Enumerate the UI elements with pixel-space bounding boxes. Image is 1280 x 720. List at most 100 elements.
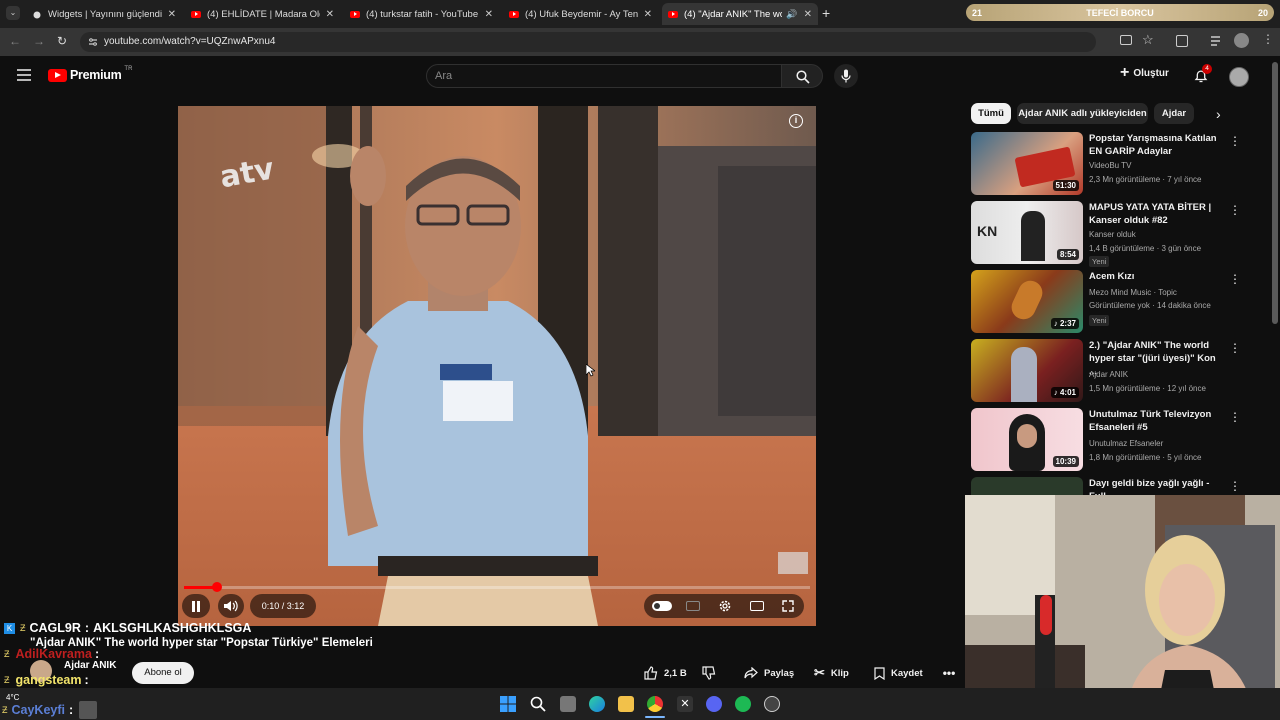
address-bar[interactable]: youtube.com/watch?v=UQZnwAPxnu4 <box>80 32 1096 52</box>
tab-ufuk[interactable]: (4) Ufuk Beydemir - Ay Tenli Ka ✕ <box>503 3 658 25</box>
x-app-icon[interactable]: ✕ <box>677 696 693 712</box>
chat-message: Ƶ gangsteam : <box>4 673 89 687</box>
volume-button[interactable] <box>218 594 244 618</box>
z-badge-icon: Ƶ <box>4 675 10 685</box>
close-icon[interactable]: ✕ <box>168 9 176 20</box>
subtitles-icon[interactable] <box>686 601 700 611</box>
duration-badge: 10:39 <box>1052 456 1079 467</box>
chrome-icon[interactable] <box>647 696 663 712</box>
theater-mode-icon[interactable] <box>750 601 764 611</box>
thumbs-down-icon <box>702 666 716 680</box>
reading-list-icon[interactable] <box>1210 35 1224 47</box>
new-tab-button[interactable]: + <box>822 5 830 21</box>
chip-ajdar[interactable]: Ajdar <box>1154 103 1194 124</box>
recommendation-channel: Unutulmaz Efsaneler <box>1089 439 1164 448</box>
chip-uploader[interactable]: Ajdar ANIK adlı yükleyiciden <box>1017 103 1148 124</box>
site-info-icon[interactable] <box>88 37 98 47</box>
close-icon[interactable]: ✕ <box>326 9 334 20</box>
close-icon[interactable]: ✕ <box>485 9 493 20</box>
more-options-icon[interactable]: ⋮ <box>1229 203 1241 217</box>
recommendation-meta: 1,4 B görüntüleme · 3 gün önce <box>1089 244 1202 253</box>
page-scrollbar-thumb[interactable] <box>1272 62 1278 324</box>
recommendation-channel: VideoBu TV <box>1089 161 1132 170</box>
cast-icon[interactable] <box>1120 35 1132 45</box>
subscribe-button[interactable]: Abone ol <box>132 662 194 684</box>
recommendation-item[interactable]: ♪ 4:01 2.) "Ajdar ANIK" The world hyper … <box>971 339 1241 403</box>
recommendation-meta: 1,5 Mn görüntüleme · 12 yıl önce <box>1089 384 1206 393</box>
forward-icon[interactable]: → <box>33 34 45 48</box>
recommendation-item[interactable]: ♪ 2:37 Acem Kızı Mezo Mind Music · Topic… <box>971 270 1241 334</box>
tab-ehlidate[interactable]: (4) EHLİDATE | Madara Olduk # ✕ <box>185 3 340 25</box>
spotify-icon[interactable] <box>735 696 751 712</box>
youtube-icon <box>191 10 201 18</box>
more-options-icon[interactable]: ⋮ <box>1229 410 1241 424</box>
more-options-icon[interactable]: ⋮ <box>1229 479 1241 493</box>
more-options-icon[interactable]: ⋮ <box>1229 341 1241 355</box>
notifications-button[interactable]: 4 <box>1193 64 1212 84</box>
save-button[interactable]: Kaydet <box>870 662 936 684</box>
search-placeholder: Ara <box>435 70 453 82</box>
pause-button[interactable] <box>182 594 210 618</box>
chat-message: K Ƶ CAGL9R : AKLSGHLKASHGHKLSGA <box>4 621 251 635</box>
bookmark-star-icon[interactable]: ☆ <box>1142 32 1154 48</box>
youtube-logo-icon <box>48 68 67 82</box>
speaker-icon[interactable]: 🔊 <box>786 9 797 20</box>
tab-turkstar[interactable]: (4) turkstar fatih - YouTube ✕ <box>344 3 499 25</box>
discord-icon[interactable] <box>706 696 722 712</box>
extensions-icon[interactable] <box>1176 35 1188 47</box>
hamburger-menu-icon[interactable] <box>17 69 31 81</box>
reload-icon[interactable]: ↻ <box>57 34 67 48</box>
file-explorer-icon[interactable] <box>618 696 634 712</box>
youtube-logo[interactable]: Premium TR <box>48 66 132 82</box>
tab-ajdar[interactable]: (4) "Ajdar ANIK" The world 🔊 ✕ <box>662 3 818 25</box>
close-icon[interactable]: ✕ <box>804 9 812 20</box>
voice-search-button[interactable] <box>834 64 858 88</box>
recommendation-item[interactable]: Dayı geldi bize yağlı yağlı - Full - ⋮ <box>971 477 1241 497</box>
tab-title: (4) turkstar fatih - YouTube <box>366 8 479 20</box>
menu-dots-icon[interactable]: ⋮ <box>1262 32 1274 46</box>
tab-search-button[interactable]: ⌄ <box>6 6 20 20</box>
autoplay-toggle[interactable] <box>652 601 672 611</box>
steam-icon[interactable] <box>764 696 780 712</box>
search-input[interactable]: Ara <box>426 64 782 88</box>
settings-gear-icon[interactable] <box>718 599 732 613</box>
dislike-button[interactable] <box>702 662 722 684</box>
progress-bar[interactable] <box>184 582 810 592</box>
search-button[interactable] <box>781 64 823 88</box>
chip-all[interactable]: Tümü <box>971 103 1011 124</box>
fullscreen-icon[interactable] <box>782 600 794 612</box>
task-view-icon[interactable] <box>560 696 576 712</box>
info-icon[interactable]: i <box>789 114 803 128</box>
video-player[interactable]: atv i 0:10 / 3:12 <box>178 106 816 626</box>
create-button[interactable]: + Oluştur <box>1120 65 1169 81</box>
recommendation-item[interactable]: 10:39 Unutulmaz Türk Televizyon Efsanele… <box>971 408 1241 472</box>
hud-left-value: 21 <box>972 7 983 18</box>
profile-avatar[interactable] <box>1234 33 1249 48</box>
more-options-icon[interactable]: ⋮ <box>1229 272 1241 286</box>
recommendation-item[interactable]: KN 8:54 MAPUS YATA YATA BİTER | Kanser o… <box>971 201 1241 267</box>
browser-toolbar: ← → ↻ youtube.com/watch?v=UQZnwAPxnu4 ☆ … <box>0 28 1280 56</box>
duration-badge: 8:54 <box>1056 249 1079 260</box>
channel-name[interactable]: Ajdar ANIK <box>64 660 116 671</box>
recommendation-item[interactable]: 51:30 Popstar Yarışmasına Katılan EN GAR… <box>971 132 1241 196</box>
clip-button[interactable]: ✂ Klip <box>812 662 858 684</box>
z-badge-icon: Ƶ <box>20 623 26 633</box>
chat-message: Ƶ AdilKavrama : <box>4 647 100 661</box>
edge-browser-icon[interactable] <box>589 696 605 712</box>
taskbar-search-icon[interactable] <box>530 696 546 712</box>
more-actions-button[interactable]: ••• <box>938 662 960 684</box>
scrubber-handle[interactable] <box>211 582 222 592</box>
create-label: Oluştur <box>1133 67 1169 79</box>
account-avatar[interactable] <box>1229 67 1249 87</box>
tab-title: Widgets | Yayınını güçlendirmek <box>48 8 162 20</box>
like-button[interactable]: 2,1 B <box>640 662 700 684</box>
back-icon[interactable]: ← <box>9 34 21 48</box>
tab-widgets[interactable]: Widgets | Yayınını güçlendirmek ✕ <box>26 3 182 25</box>
chevron-right-icon[interactable]: › <box>1216 106 1221 122</box>
windows-start-icon[interactable] <box>500 696 516 712</box>
kick-badge-icon: K <box>4 622 15 634</box>
share-button[interactable]: Paylaş <box>740 662 800 684</box>
close-icon[interactable]: ✕ <box>644 9 652 20</box>
more-options-icon[interactable]: ⋮ <box>1229 134 1241 148</box>
bookmark-icon <box>874 666 885 680</box>
